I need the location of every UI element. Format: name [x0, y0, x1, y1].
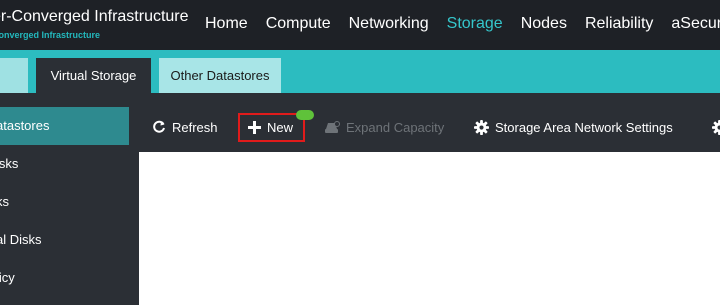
nav-home[interactable]: Home: [196, 0, 257, 50]
nav-compute[interactable]: Compute: [257, 0, 340, 50]
sidebar-item-virtual-disks[interactable]: al Disks: [0, 221, 129, 259]
sub-tab-bar: Virtual Storage Other Datastores: [0, 50, 720, 93]
brand-title: er-Converged Infrastructure: [0, 8, 189, 25]
nav-networking[interactable]: Networking: [340, 0, 438, 50]
sidebar-item-label: atastores: [0, 118, 50, 133]
sidebar-item-ks[interactable]: ks: [0, 183, 129, 221]
sidebar-item-label: isks: [0, 156, 19, 171]
sidebar-item-datastores[interactable]: atastores: [0, 107, 129, 145]
sidebar-item-policy[interactable]: licy: [0, 259, 129, 297]
nav-reliability[interactable]: Reliability: [576, 0, 662, 50]
brand-subtitle: Converged Infrastructure: [0, 30, 101, 40]
expand-capacity-button[interactable]: Expand Capacity: [324, 108, 444, 146]
sidebar-item-disks[interactable]: isks: [0, 145, 129, 183]
tab-other-datastores[interactable]: Other Datastores: [159, 58, 281, 93]
content-panel: [139, 152, 720, 305]
san-settings-button[interactable]: Storage Area Network Settings: [474, 108, 673, 146]
sidebar-item-label: al Disks: [0, 232, 42, 247]
expand-capacity-icon: [325, 121, 340, 133]
top-nav-bar: er-Converged Infrastructure Converged In…: [0, 0, 720, 50]
sidebar-item-label: ks: [0, 194, 9, 209]
refresh-button[interactable]: Refresh: [152, 108, 218, 146]
sidebar-item-label: licy: [0, 270, 15, 285]
san-settings-label: Storage Area Network Settings: [495, 119, 673, 135]
tab-virtual-storage[interactable]: Virtual Storage: [36, 58, 151, 93]
refresh-label: Refresh: [172, 119, 218, 135]
nav-storage[interactable]: Storage: [438, 0, 512, 50]
brand: er-Converged Infrastructure Converged In…: [0, 8, 200, 40]
main-nav: Home Compute Networking Storage Nodes Re…: [196, 0, 720, 50]
refresh-icon: [153, 120, 165, 133]
gear-icon: [712, 119, 720, 135]
nav-nodes[interactable]: Nodes: [512, 0, 576, 50]
new-button-highlight: [238, 113, 305, 142]
gear-icon: [474, 119, 489, 135]
nav-asecurity[interactable]: aSecuri: [662, 0, 720, 50]
more-settings-button[interactable]: [712, 108, 720, 146]
sidebar: atastores isks ks al Disks licy: [0, 93, 138, 305]
new-badge: [296, 110, 314, 120]
tab-first[interactable]: [0, 58, 28, 93]
expand-capacity-label: Expand Capacity: [346, 119, 445, 135]
toolbar: Refresh New Expand Capacity Storage Area…: [138, 108, 720, 150]
